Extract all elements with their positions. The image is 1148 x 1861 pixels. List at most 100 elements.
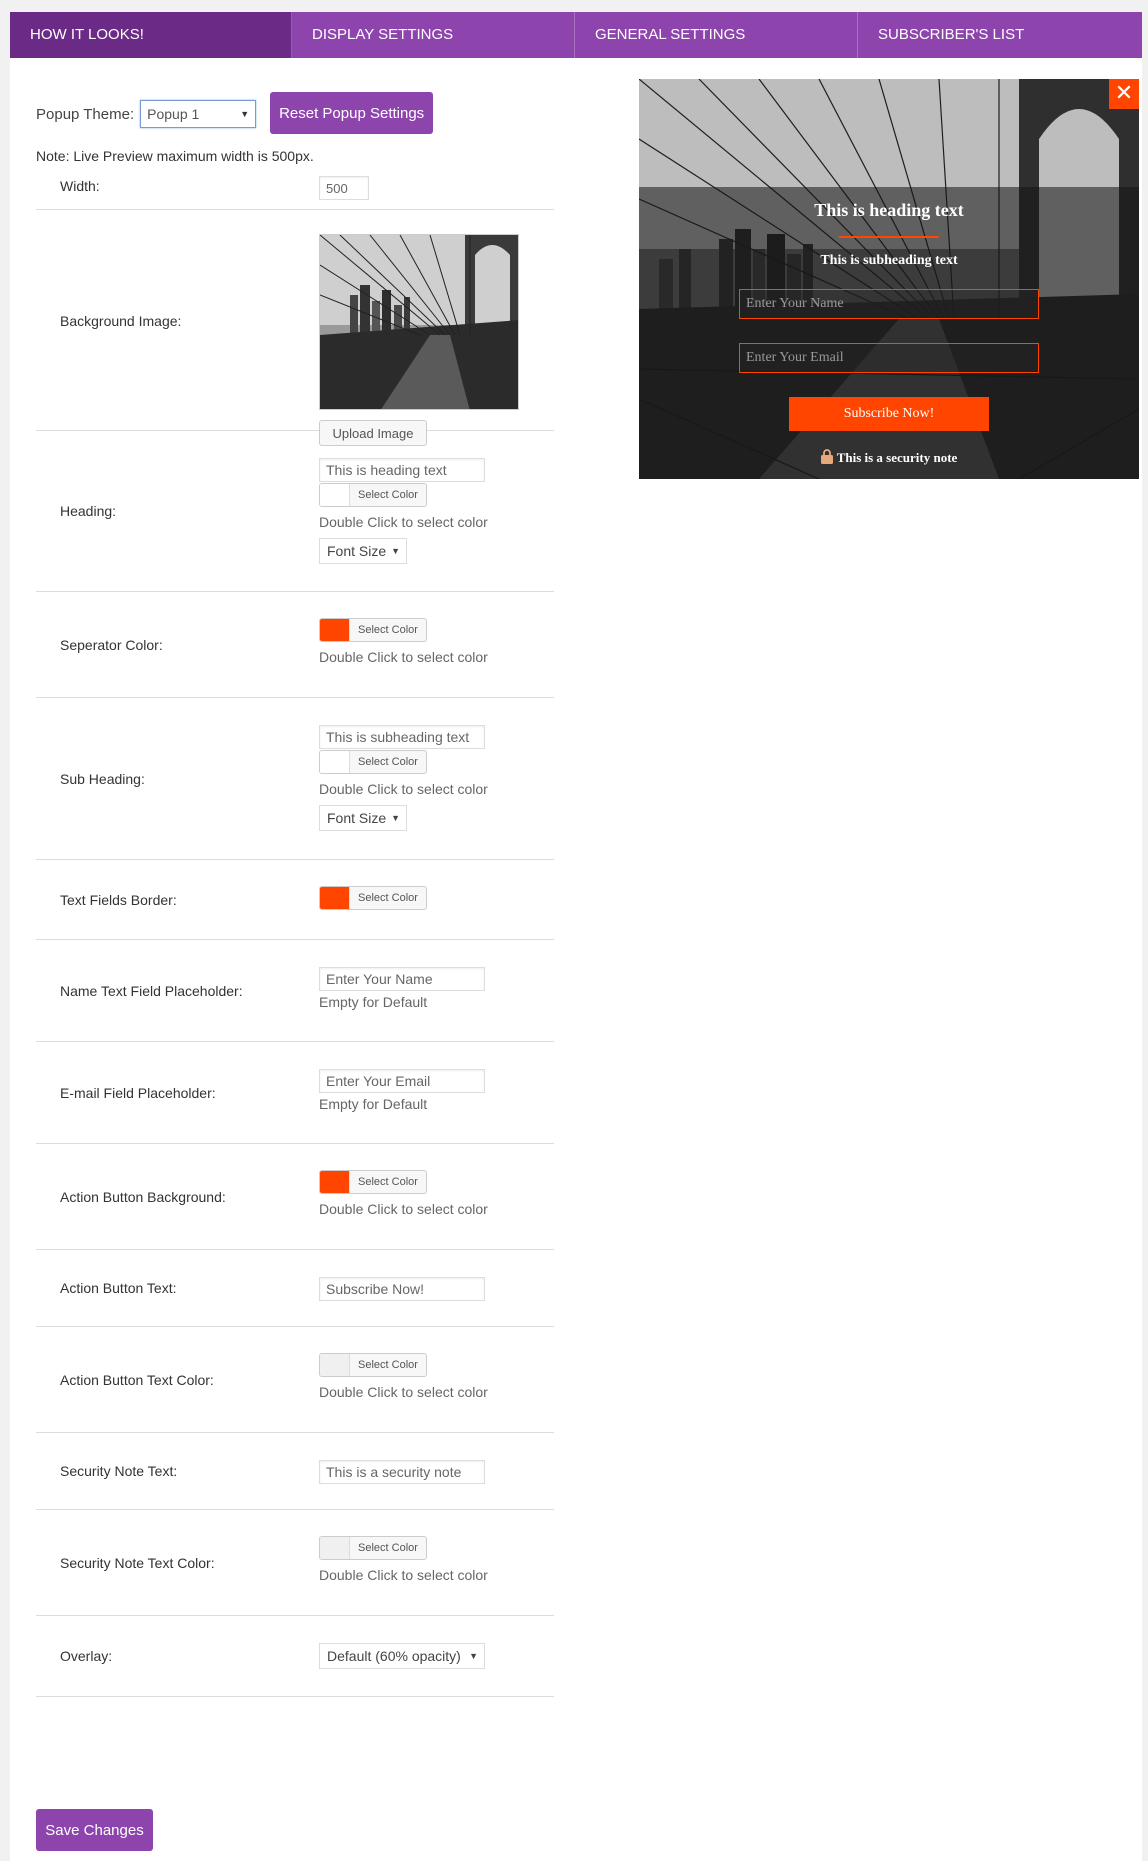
row-heading: Heading: Select Color Double Click to se…	[36, 431, 554, 592]
email-placeholder-label: E-mail Field Placeholder:	[60, 1085, 216, 1101]
preview-heading: This is heading text	[814, 200, 964, 220]
text-fields-border-label: Text Fields Border:	[60, 892, 177, 908]
row-action-button-text-color: Action Button Text Color: Select Color D…	[36, 1327, 554, 1433]
security-note-text-color-picker[interactable]: Select Color	[319, 1536, 427, 1560]
separator-color-button-label: Select Color	[358, 624, 418, 636]
security-note-text-color-button-label: Select Color	[358, 1542, 418, 1554]
row-sub-heading: Sub Heading: Select Color Double Click t…	[36, 698, 554, 860]
email-placeholder-input[interactable]	[319, 1069, 485, 1093]
sub-heading-input[interactable]	[319, 725, 485, 749]
action-button-text-color-help: Double Click to select color	[319, 1384, 488, 1400]
row-width: Width:	[36, 162, 554, 210]
separator-color-picker[interactable]: Select Color	[319, 618, 427, 642]
sub-heading-label: Sub Heading:	[60, 771, 145, 787]
chevron-down-icon: ▼	[240, 109, 250, 119]
preview-subheading: This is subheading text	[820, 253, 958, 268]
live-preview-popup: ✕ This is heading text This is subheadin…	[639, 79, 1139, 479]
name-placeholder-input[interactable]	[319, 967, 485, 991]
popup-theme-label: Popup Theme:	[36, 105, 135, 123]
name-placeholder-label: Name Text Field Placeholder:	[60, 983, 243, 999]
chevron-down-icon: ▼	[391, 813, 400, 823]
sub-heading-font-size-value: Font Size	[327, 810, 387, 826]
overlay-label: Overlay:	[60, 1648, 113, 1664]
sub-heading-color-help: Double Click to select color	[319, 781, 488, 797]
background-thumbnail	[319, 234, 519, 410]
security-note-text-color-label: Security Note Text Color:	[60, 1555, 215, 1571]
preview-security-text: This is a security note	[836, 450, 958, 465]
chevron-down-icon: ▼	[469, 1651, 478, 1661]
heading-font-size-value: Font Size	[327, 543, 387, 559]
preview-name-field[interactable]: Enter Your Name	[739, 289, 1039, 319]
overlay-select[interactable]: Default (60% opacity) ▼	[319, 1643, 485, 1669]
width-input[interactable]	[319, 176, 369, 200]
row-security-note-text: Security Note Text:	[36, 1433, 554, 1510]
separator-color-swatch	[320, 619, 350, 641]
action-button-background-help: Double Click to select color	[319, 1201, 488, 1217]
name-placeholder-help: Empty for Default	[319, 994, 428, 1010]
tab-bar: How It Looks! Display Settings General S…	[10, 12, 1142, 58]
heading-input[interactable]	[319, 458, 485, 482]
reset-popup-button[interactable]: Reset Popup Settings	[270, 92, 434, 134]
close-icon[interactable]: ✕	[1109, 79, 1139, 109]
row-security-note-text-color: Security Note Text Color: Select Color D…	[36, 1510, 554, 1616]
text-fields-border-color-picker[interactable]: Select Color	[319, 886, 427, 910]
popup-theme-value: Popup 1	[147, 106, 200, 122]
settings-page: How It Looks! Display Settings General S…	[10, 12, 1142, 1861]
text-fields-border-button-label: Select Color	[358, 892, 418, 904]
tab-general-settings[interactable]: General Settings	[575, 12, 858, 58]
row-email-placeholder: E-mail Field Placeholder: Empty for Defa…	[36, 1042, 554, 1144]
row-separator-color: Seperator Color: Select Color Double Cli…	[36, 592, 554, 698]
action-button-text-color-swatch	[320, 1354, 350, 1376]
action-button-background-picker[interactable]: Select Color	[319, 1170, 427, 1194]
heading-color-picker[interactable]: Select Color	[319, 483, 427, 507]
tab-display-settings[interactable]: Display Settings	[292, 12, 575, 58]
preview-security-note: This is a security note	[639, 449, 1139, 466]
chevron-down-icon: ▼	[391, 546, 400, 556]
row-name-placeholder: Name Text Field Placeholder: Empty for D…	[36, 940, 554, 1042]
overlay-value: Default (60% opacity)	[327, 1648, 461, 1664]
action-button-text-label: Action Button Text:	[60, 1280, 177, 1296]
sub-heading-color-button-label: Select Color	[358, 756, 418, 768]
background-image-label: Background Image:	[60, 313, 182, 329]
tab-subscribers-list[interactable]: Subscriber's List	[858, 12, 1142, 58]
security-note-text-input[interactable]	[319, 1460, 485, 1484]
email-placeholder-help: Empty for Default	[319, 1096, 428, 1112]
heading-font-size-select[interactable]: Font Size ▼	[319, 538, 407, 564]
width-label: Width:	[60, 178, 100, 194]
security-note-text-color-help: Double Click to select color	[319, 1567, 488, 1583]
preview-email-field[interactable]: Enter Your Email	[739, 343, 1039, 373]
row-action-button-background: Action Button Background: Select Color D…	[36, 1144, 554, 1250]
security-note-text-color-swatch	[320, 1537, 350, 1559]
action-button-text-color-label: Action Button Text Color:	[60, 1372, 214, 1388]
row-text-fields-border: Text Fields Border: Select Color	[36, 860, 554, 940]
sub-heading-color-swatch	[320, 751, 350, 773]
text-fields-border-swatch	[320, 887, 350, 909]
action-button-background-button-label: Select Color	[358, 1176, 418, 1188]
heading-color-swatch	[320, 484, 350, 506]
preview-overlay	[639, 187, 1139, 479]
popup-theme-select[interactable]: Popup 1 ▼	[140, 100, 257, 128]
row-action-button-text: Action Button Text:	[36, 1250, 554, 1327]
lock-icon	[820, 449, 833, 464]
heading-color-button-label: Select Color	[358, 489, 418, 501]
row-overlay: Overlay: Default (60% opacity) ▼	[36, 1616, 554, 1697]
preview-separator	[839, 236, 939, 238]
sub-heading-font-size-select[interactable]: Font Size ▼	[319, 805, 407, 831]
action-button-text-input[interactable]	[319, 1277, 485, 1301]
security-note-text-label: Security Note Text:	[60, 1463, 178, 1479]
action-button-background-swatch	[320, 1171, 350, 1193]
row-background-image: Background Image: Upload Image	[36, 210, 554, 446]
separator-color-label: Seperator Color:	[60, 637, 163, 653]
action-button-text-color-button-label: Select Color	[358, 1359, 418, 1371]
sub-heading-color-picker[interactable]: Select Color	[319, 750, 427, 774]
heading-color-help: Double Click to select color	[319, 514, 488, 530]
preview-subscribe-button[interactable]: Subscribe Now!	[789, 397, 989, 431]
tab-how-it-looks[interactable]: How It Looks!	[10, 12, 292, 58]
heading-label: Heading:	[60, 503, 117, 519]
separator-color-help: Double Click to select color	[319, 649, 488, 665]
theme-row: Popup Theme: Popup 1 ▼ Reset Popup Setti…	[36, 92, 434, 134]
action-button-background-label: Action Button Background:	[60, 1189, 226, 1205]
bridge-image	[320, 235, 518, 409]
save-changes-button[interactable]: Save Changes	[36, 1809, 153, 1851]
action-button-text-color-picker[interactable]: Select Color	[319, 1353, 427, 1377]
